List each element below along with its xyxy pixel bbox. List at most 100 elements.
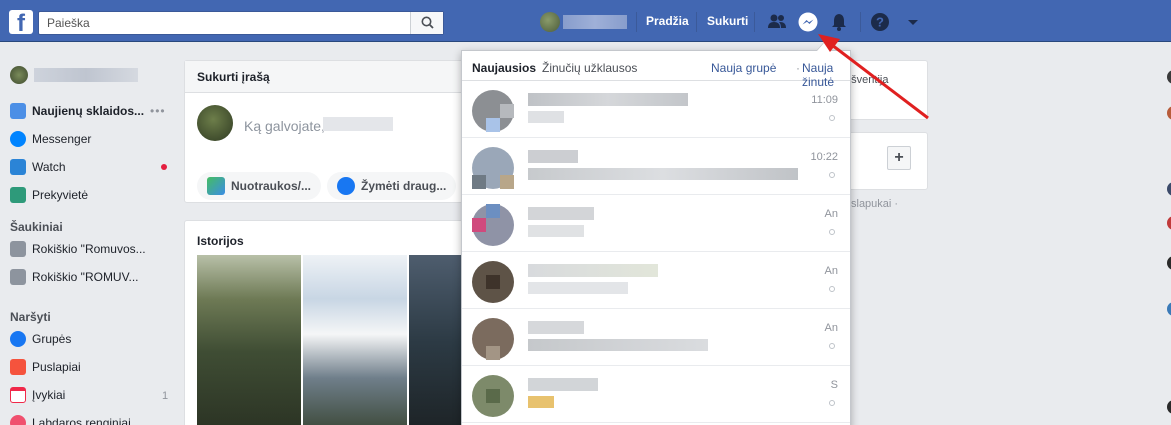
- thread-avatar: [472, 318, 514, 360]
- contact-avatar[interactable]: [1167, 70, 1171, 84]
- story-thumbnail[interactable]: [197, 255, 301, 425]
- caret-down-icon[interactable]: [902, 11, 924, 33]
- shortcuts-heading: Šaukiniai: [10, 220, 63, 234]
- events-count: 1: [162, 390, 169, 402]
- unread-dot: [161, 164, 167, 170]
- thread-time: S: [830, 379, 838, 391]
- thread-avatar: [472, 90, 514, 132]
- sender-name-blurred: [528, 207, 594, 220]
- tag-friends-button[interactable]: Žymėti draug...: [327, 172, 457, 200]
- sender-name-blurred: [528, 264, 658, 277]
- sender-name-blurred: [528, 93, 688, 106]
- tab-recent[interactable]: Naujausios: [472, 61, 536, 75]
- more-options-icon[interactable]: •••: [150, 104, 166, 118]
- friends-icon[interactable]: [766, 11, 788, 33]
- photo-video-button[interactable]: Nuotraukos/...: [197, 172, 322, 200]
- tag-friends-icon: [337, 177, 355, 195]
- contact-avatar[interactable]: [1167, 182, 1171, 196]
- messenger-icon[interactable]: [797, 11, 819, 33]
- thread-avatar: [472, 261, 514, 303]
- thread-avatar: [472, 147, 514, 189]
- sidebar-profile[interactable]: [10, 66, 138, 84]
- flag-icon: [10, 359, 26, 375]
- sidebar-item-shortcut[interactable]: Rokiškio "Romuvos...: [10, 238, 175, 260]
- home-link[interactable]: Pradžia: [646, 14, 689, 28]
- sidebar-item-fundraisers[interactable]: Labdaros renginiai: [10, 412, 175, 425]
- help-icon[interactable]: ?: [869, 11, 891, 33]
- stories-card: Istorijos: [184, 220, 465, 425]
- contact-avatar[interactable]: [1167, 256, 1171, 270]
- heart-icon: [10, 415, 26, 425]
- read-status-icon: [829, 229, 835, 235]
- group-icon: [10, 241, 26, 257]
- sender-name-blurred: [528, 378, 598, 391]
- search-input[interactable]: [39, 12, 409, 34]
- sender-name-blurred: [528, 321, 584, 334]
- sidebar-item-events[interactable]: Įvykiai: [10, 384, 175, 406]
- sidebar-item-shortcut[interactable]: Rokiškio "ROMUV...: [10, 266, 175, 288]
- contact-avatar[interactable]: [1167, 400, 1171, 414]
- messenger-dropdown-header: Naujausios Žinučių užklausos Nauja grupė…: [462, 51, 850, 89]
- contact-avatar[interactable]: [1167, 106, 1171, 120]
- messenger-icon: [10, 131, 26, 147]
- cookies-link[interactable]: slapukai ·: [851, 198, 898, 210]
- search-button[interactable]: [410, 12, 443, 34]
- birthday-card: n šventija: [838, 60, 928, 120]
- svg-text:?: ?: [876, 15, 884, 30]
- sidebar-item-groups[interactable]: Grupės: [10, 328, 175, 350]
- name-blurred: [323, 117, 393, 131]
- sidebar-item-messenger[interactable]: Messenger: [10, 128, 175, 150]
- search-icon: [421, 16, 434, 29]
- top-navigation-bar: f Pradžia Sukurti ?: [0, 0, 1171, 42]
- contact-avatar[interactable]: [1167, 302, 1171, 316]
- dropdown-caret: [816, 42, 832, 51]
- search-box: [38, 11, 444, 35]
- thread-avatar: [472, 375, 514, 417]
- nav-divider: [636, 12, 637, 32]
- group-icon: [10, 269, 26, 285]
- avatar: [197, 105, 233, 141]
- thread-time: An: [824, 208, 838, 220]
- nav-divider: [754, 12, 755, 32]
- contacts-strip: [1160, 60, 1171, 425]
- create-link[interactable]: Sukurti: [707, 14, 748, 28]
- create-post-card: Sukurti įrašą Ką galvojate, Nuotraukos/.…: [184, 60, 484, 203]
- message-thread[interactable]: An: [462, 195, 850, 252]
- marketplace-icon: [10, 187, 26, 203]
- sidebar-item-pages[interactable]: Puslapiai: [10, 356, 175, 378]
- explore-heading: Naršyti: [10, 310, 51, 324]
- message-thread[interactable]: An: [462, 252, 850, 309]
- profile-name-blurred: [34, 68, 138, 82]
- profile-name-blurred[interactable]: [563, 15, 627, 29]
- message-preview-blurred: [528, 282, 628, 294]
- facebook-logo[interactable]: f: [9, 10, 33, 34]
- notifications-icon[interactable]: [828, 11, 850, 33]
- thread-time: 10:22: [810, 151, 838, 163]
- story-thumbnail[interactable]: [409, 255, 465, 425]
- nav-divider: [860, 12, 861, 32]
- photo-icon: [207, 177, 225, 195]
- message-thread[interactable]: 10:22: [462, 138, 850, 195]
- message-preview-blurred: [528, 396, 554, 408]
- read-status-icon: [829, 172, 835, 178]
- sidebar-item-watch[interactable]: Watch: [10, 156, 175, 178]
- add-button[interactable]: +: [887, 146, 911, 170]
- message-preview-blurred: [528, 225, 584, 237]
- profile-avatar[interactable]: [540, 12, 560, 32]
- story-thumbnail[interactable]: [303, 255, 407, 425]
- tab-message-requests[interactable]: Žinučių užklausos: [542, 61, 637, 75]
- sender-name-blurred: [528, 150, 578, 163]
- read-status-icon: [829, 400, 835, 406]
- groups-icon: [10, 331, 26, 347]
- message-thread[interactable]: 11:09: [462, 81, 850, 138]
- message-thread[interactable]: S: [462, 366, 850, 423]
- post-input-prompt[interactable]: Ką galvojate,: [244, 118, 325, 134]
- create-post-title: Sukurti įrašą: [185, 61, 483, 93]
- new-group-link[interactable]: Nauja grupė: [711, 61, 776, 75]
- sidebar-item-marketplace[interactable]: Prekyvietė: [10, 184, 175, 206]
- message-thread[interactable]: An: [462, 309, 850, 366]
- stories-title: Istorijos: [197, 234, 244, 248]
- contact-avatar[interactable]: [1167, 216, 1171, 230]
- sidebar-item-news-feed[interactable]: Naujienų sklaidos... •••: [10, 100, 175, 122]
- thread-time: An: [824, 265, 838, 277]
